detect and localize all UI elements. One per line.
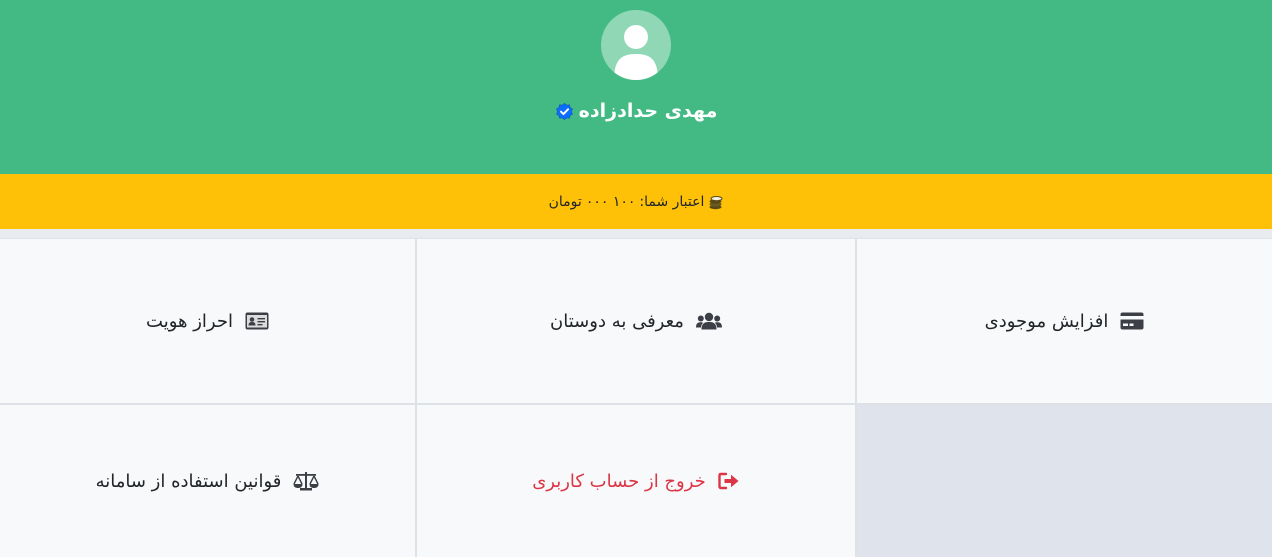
- profile-header: مهدی حدادزاده: [0, 0, 1272, 174]
- logout-tile[interactable]: خروج از حساب کاربری: [417, 405, 855, 557]
- coins-icon: [709, 195, 723, 209]
- terms-of-use-label: قوانین استفاده از سامانه: [95, 470, 282, 492]
- user-icon: [614, 25, 658, 80]
- id-card-icon: [245, 312, 269, 330]
- credit-card-icon: [1120, 312, 1144, 330]
- scale-icon: [293, 472, 320, 491]
- username-row: مهدی حدادزاده: [0, 96, 1272, 126]
- avatar[interactable]: [601, 10, 671, 80]
- section-spacer: [0, 229, 1272, 238]
- terms-of-use-tile[interactable]: قوانین استفاده از سامانه: [0, 405, 415, 557]
- empty-grid-cell: [857, 405, 1272, 557]
- sign-out-icon: [718, 472, 739, 490]
- user-name: مهدی حدادزاده: [578, 100, 718, 122]
- credit-currency: تومان: [548, 193, 582, 210]
- credit-amount: ۱۰۰ ۰۰۰: [585, 193, 636, 210]
- verified-badge-icon: [555, 102, 573, 120]
- grid-divider: [855, 239, 857, 557]
- refer-friends-tile[interactable]: معرفی به دوستان: [417, 239, 855, 403]
- credit-bar: اعتبار شما: ۱۰۰ ۰۰۰ تومان: [0, 174, 1272, 229]
- users-icon: [695, 312, 722, 330]
- credit-label: اعتبار شما:: [639, 193, 705, 210]
- increase-balance-tile[interactable]: افزایش موجودی: [857, 239, 1272, 403]
- identity-verification-label: احراز هویت: [146, 310, 233, 332]
- increase-balance-label: افزایش موجودی: [984, 310, 1109, 332]
- refer-friends-label: معرفی به دوستان: [550, 310, 684, 332]
- grid-divider: [0, 403, 1272, 405]
- logout-label: خروج از حساب کاربری: [532, 470, 706, 492]
- grid-divider: [415, 239, 417, 557]
- identity-verification-tile[interactable]: احراز هویت: [0, 239, 415, 403]
